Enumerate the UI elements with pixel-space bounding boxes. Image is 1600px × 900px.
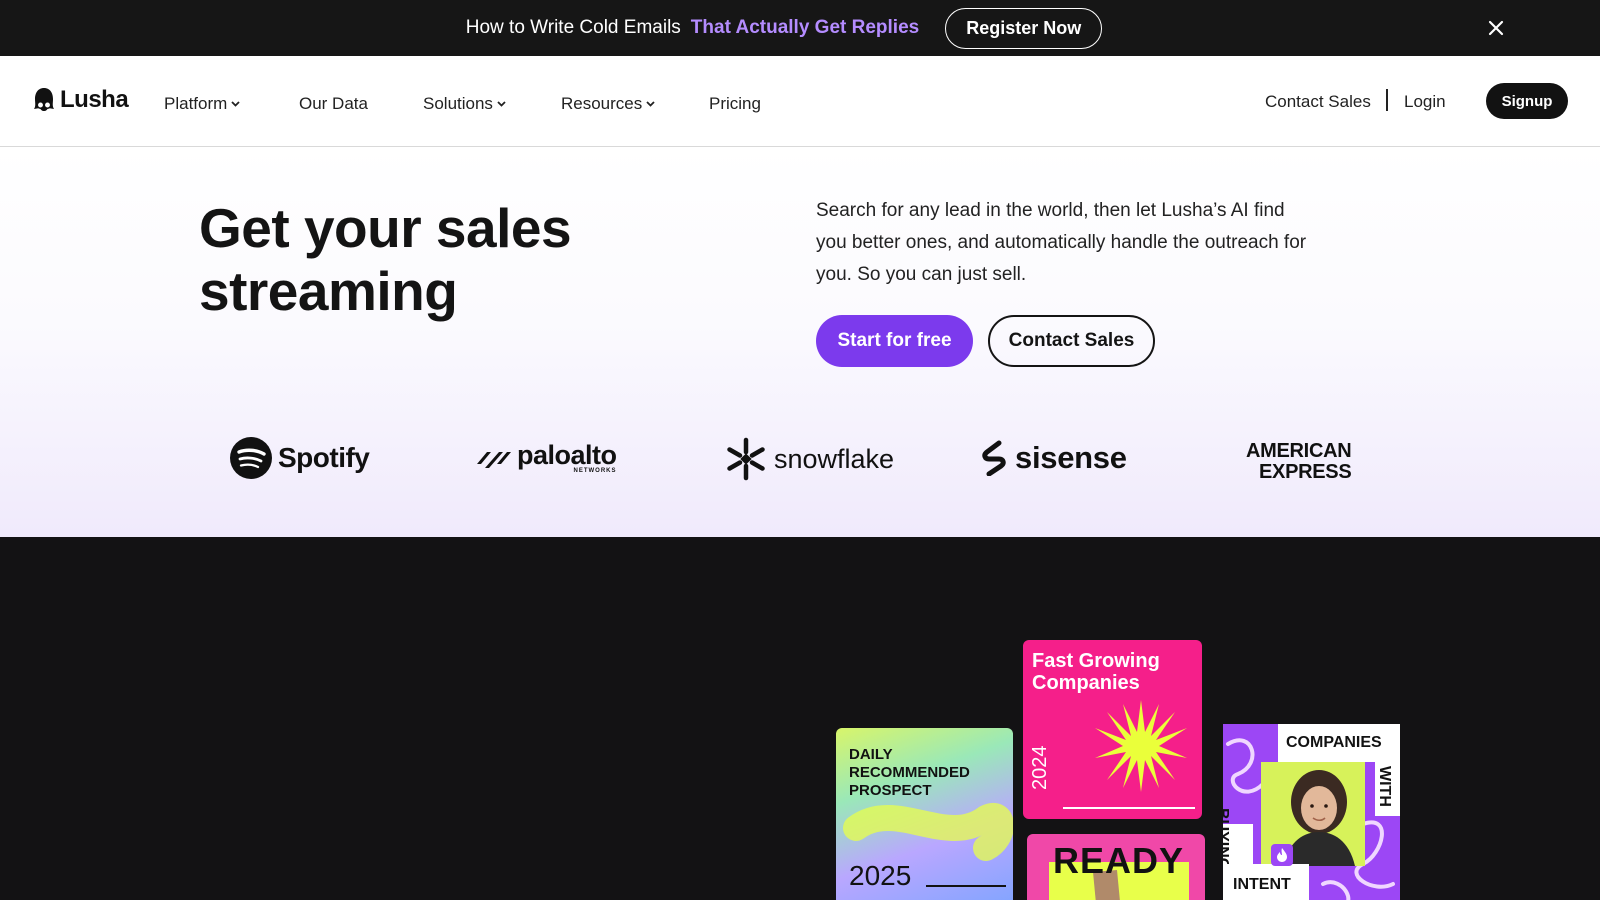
fast-growing-title: Fast Growing Companies (1032, 650, 1160, 694)
amex-line-1: AMERICAN (1246, 440, 1352, 462)
contact-sales-link[interactable]: Contact Sales (1265, 92, 1371, 112)
lusha-logo-icon (34, 87, 54, 111)
hero-section: Get your sales streaming Search for any … (0, 147, 1600, 537)
hero-contact-sales-button[interactable]: Contact Sales (988, 315, 1155, 367)
hero-headline-line-1: Get your sales (199, 197, 572, 259)
snowflake-wordmark: snowflake (774, 443, 895, 474)
promo-banner-content: How to Write Cold Emails That Actually G… (465, 7, 1103, 49)
snowflake-logo: snowflake (724, 437, 894, 481)
logo-text: Lusha (60, 86, 129, 113)
daily-card-label: DAILY RECOMMENDED PROSPECT (849, 746, 970, 799)
nav-item-resources[interactable]: Resources (561, 94, 655, 114)
sisense-icon (982, 440, 1006, 476)
daily-card-line (926, 885, 1006, 887)
nav-item-label: Our Data (299, 94, 368, 113)
paloalto-logo: paloalto NETWORKS (475, 442, 617, 474)
promo-banner: How to Write Cold Emails That Actually G… (0, 0, 1600, 56)
flame-badge-icon (1271, 844, 1293, 866)
snowflake-icon (727, 437, 765, 481)
chevron-down-icon (231, 101, 240, 107)
nav-item-label: Solutions (423, 94, 493, 113)
main-nav: Lusha Platform Our Data Solutions Resour… (0, 56, 1600, 147)
hero-headline: Get your sales streaming (199, 197, 759, 323)
register-now-button[interactable]: Register Now (945, 7, 1103, 49)
nav-item-label: Platform (164, 94, 228, 113)
hero-description: Search for any lead in the world, then l… (816, 200, 1307, 285)
paloalto-icon (477, 452, 511, 468)
intent-with-text: WITH (1376, 766, 1393, 807)
ready-card-title: READY (1053, 840, 1185, 881)
spotify-icon (230, 437, 272, 479)
paloalto-wordmark: paloalto (517, 440, 617, 470)
nav-divider (1386, 89, 1388, 111)
nav-item-label: Pricing (709, 94, 761, 113)
promo-banner-highlight: That Actually Get Replies (690, 17, 920, 38)
daily-prospect-card: DAILY RECOMMENDED PROSPECT 2025 (836, 728, 1013, 900)
start-for-free-button[interactable]: Start for free (816, 315, 973, 367)
fast-growing-year: 2024 (1029, 745, 1051, 791)
customer-logos: Spotify paloalto NETWORKS snowflake sise… (0, 437, 1600, 497)
promo-banner-text: How to Write Cold Emails (465, 17, 681, 38)
spotify-wordmark: Spotify (278, 442, 370, 473)
logo[interactable]: Lusha (33, 86, 129, 114)
intent-companies-text: COMPANIES (1286, 734, 1382, 751)
nav-item-label: Resources (561, 94, 643, 113)
spotify-logo: Spotify (230, 437, 370, 479)
signup-button[interactable]: Signup (1486, 83, 1568, 119)
starburst-icon (1095, 700, 1187, 792)
chevron-down-icon (646, 101, 655, 107)
amex-line-2: EXPRESS (1258, 461, 1352, 483)
american-express-logo: AMERICAN EXPRESS (1246, 440, 1352, 483)
intent-intent-text: INTENT (1233, 876, 1291, 893)
hero-headline-line-2: streaming (199, 260, 458, 322)
close-icon[interactable] (1484, 16, 1508, 40)
fast-growing-card: Fast Growing Companies 2024 (1023, 640, 1202, 819)
daily-card-year: 2025 (849, 860, 912, 891)
sisense-wordmark: sisense (1015, 440, 1127, 475)
chevron-down-icon (497, 101, 506, 107)
nav-item-solutions[interactable]: Solutions (423, 94, 506, 114)
buying-intent-card: COMPANIES WITH BUYING INTENT (1223, 724, 1400, 900)
ready-card: READY (1027, 834, 1205, 900)
nav-item-platform[interactable]: Platform (164, 94, 240, 114)
login-link[interactable]: Login (1404, 92, 1446, 112)
dark-showcase-section: DAILY RECOMMENDED PROSPECT 2025 Fast Gro… (0, 537, 1600, 900)
paloalto-subtext: NETWORKS (573, 468, 617, 474)
fast-growing-line (1063, 807, 1195, 809)
sisense-logo: sisense (979, 440, 1127, 476)
nav-item-pricing[interactable]: Pricing (709, 94, 761, 114)
nav-item-our-data[interactable]: Our Data (299, 94, 368, 114)
intent-buying-text: BUYING (1223, 808, 1231, 871)
